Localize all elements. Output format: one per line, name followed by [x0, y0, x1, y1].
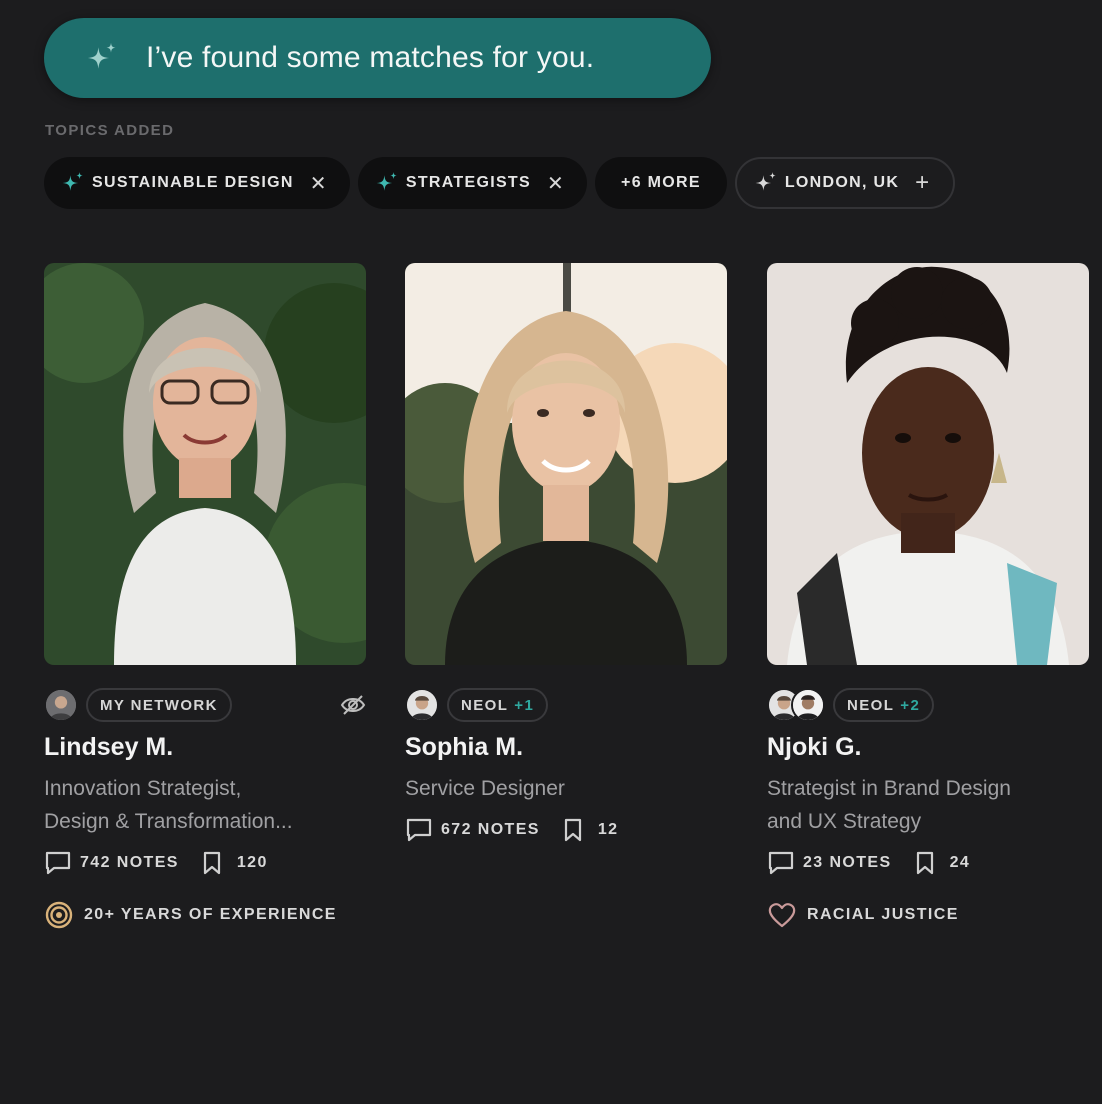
heart-icon — [768, 903, 796, 928]
highlight-row: 20+ YEARS OF EXPERIENCE — [44, 900, 366, 930]
chip-label: SUSTAINABLE DESIGN — [92, 174, 294, 191]
ai-message-banner: I’ve found some matches for you. — [44, 18, 711, 98]
person-role: Innovation Strategist, Design & Transfor… — [44, 772, 366, 838]
role-line: Strategist in Brand Design — [767, 777, 1011, 800]
comment-icon — [44, 850, 72, 876]
profile-photo[interactable] — [44, 263, 366, 665]
badge-label: NEOL — [847, 696, 895, 714]
person-name[interactable]: Lindsey M. — [44, 733, 366, 762]
topics-label: TOPICS ADDED — [45, 122, 175, 139]
avatar[interactable] — [791, 688, 825, 722]
saves-count: 12 — [597, 821, 619, 838]
chip-label: STRATEGISTS — [405, 174, 531, 191]
network-badge[interactable]: NEOL +1 — [447, 688, 549, 722]
role-line: and UX Strategy — [767, 810, 922, 833]
chip-london-uk[interactable]: LONDON, UK + — [734, 157, 955, 209]
notes-count: 742 NOTES — [80, 854, 179, 871]
network-row: NEOL +2 — [767, 687, 1089, 723]
person-name[interactable]: Sophia M. — [405, 733, 727, 762]
role-line: Innovation Strategist, — [44, 777, 242, 800]
network-row: NEOL +1 — [405, 687, 727, 723]
chip-sustainable-design[interactable]: SUSTAINABLE DESIGN ✕ — [44, 157, 350, 209]
avatar[interactable] — [405, 688, 439, 722]
person-role: Strategist in Brand Design and UX Strate… — [767, 772, 1089, 838]
sparkle-icon — [374, 170, 400, 196]
sparkle-icon — [753, 170, 779, 196]
eye-slash-icon[interactable] — [340, 693, 366, 717]
sparkle-icon — [60, 170, 86, 196]
match-card[interactable]: NEOL +1 Sophia M. Service Designer 672 N… — [405, 263, 727, 843]
role-line: Design & Transformation... — [44, 810, 293, 833]
role-line: Service Designer — [405, 777, 565, 800]
bookmark-icon — [201, 851, 223, 875]
saves-count: 24 — [949, 854, 971, 871]
badge-label: MY NETWORK — [100, 696, 218, 714]
bookmark-icon — [562, 818, 584, 842]
badge-label: NEOL — [461, 696, 509, 714]
profile-photo[interactable] — [405, 263, 727, 665]
badge-count: +2 — [900, 696, 921, 714]
comment-icon — [405, 817, 433, 843]
target-icon — [45, 901, 73, 929]
close-icon[interactable]: ✕ — [310, 171, 328, 196]
chip-label: LONDON, UK — [784, 174, 900, 191]
plus-icon[interactable]: + — [915, 169, 930, 197]
sparkle-icon — [84, 40, 120, 76]
chip-strategists[interactable]: STRATEGISTS ✕ — [357, 157, 588, 209]
banner-text: I’ve found some matches for you. — [146, 41, 595, 74]
network-badge[interactable]: NEOL +2 — [833, 688, 935, 722]
saves-count: 120 — [236, 854, 268, 871]
notes-count: 672 NOTES — [441, 821, 540, 838]
comment-icon — [767, 850, 795, 876]
match-card[interactable]: NEOL +2 Njoki G. Strategist in Brand Des… — [767, 263, 1089, 930]
network-row: MY NETWORK — [44, 687, 366, 723]
bookmark-icon — [914, 851, 936, 875]
person-name[interactable]: Njoki G. — [767, 733, 1089, 762]
close-icon[interactable]: ✕ — [547, 171, 565, 196]
highlight-text: 20+ YEARS OF EXPERIENCE — [84, 906, 337, 923]
stats-row: 672 NOTES 12 — [405, 817, 727, 843]
matches-screen: I’ve found some matches for you. TOPICS … — [0, 0, 1102, 1104]
network-badge[interactable]: MY NETWORK — [86, 688, 232, 722]
avatar[interactable] — [44, 688, 78, 722]
highlight-row: RACIAL JUSTICE — [767, 900, 1089, 930]
person-role: Service Designer — [405, 772, 727, 805]
stats-row: 742 NOTES 120 — [44, 850, 366, 876]
chip-more[interactable]: +6 MORE — [595, 157, 727, 209]
badge-count: +1 — [514, 696, 535, 714]
profile-photo[interactable] — [767, 263, 1089, 665]
stats-row: 23 NOTES 24 — [767, 850, 1089, 876]
chip-label: +6 MORE — [621, 174, 701, 191]
notes-count: 23 NOTES — [803, 854, 892, 871]
topic-chips: SUSTAINABLE DESIGN ✕ STRATEGISTS ✕ +6 MO… — [44, 157, 955, 209]
match-card[interactable]: MY NETWORK Lindsey M. Innovation Strateg… — [44, 263, 366, 930]
highlight-text: RACIAL JUSTICE — [807, 906, 959, 923]
